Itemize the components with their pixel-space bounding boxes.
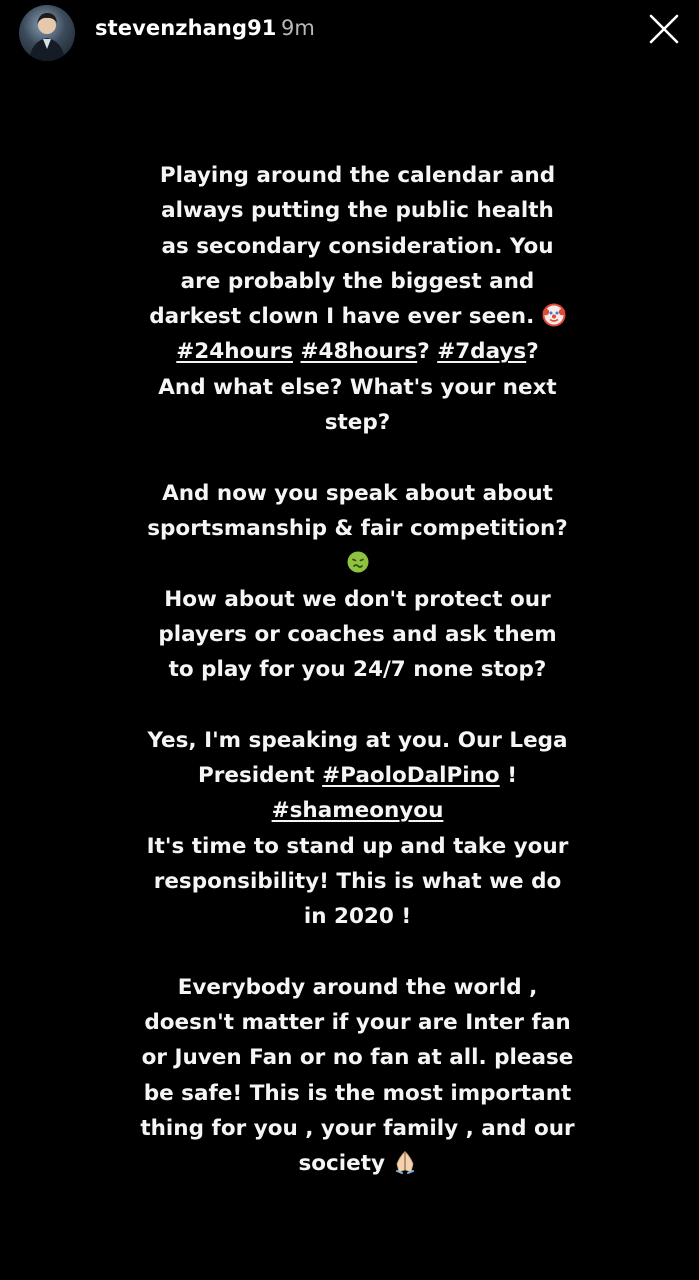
- clown-face-emoji: [542, 303, 566, 327]
- story-line: responsibility! This is what we do: [153, 868, 562, 894]
- story-line: or Juven Fan or no fan at all. please: [141, 1045, 574, 1071]
- story-line-mention: President #PaoloDalPino !: [110, 758, 605, 793]
- story-text-segment: ?: [526, 339, 539, 365]
- story-line: always putting the public health: [161, 198, 554, 224]
- hashtag-link[interactable]: #24hours: [176, 339, 293, 364]
- story-line: How about we don't protect our: [164, 586, 551, 612]
- avatar-photo: [29, 13, 65, 61]
- story-line: It's time to stand up and take your: [146, 833, 569, 859]
- story-line: thing for you , your family , and our: [140, 1116, 575, 1142]
- story-viewer[interactable]: stevenzhang91 9m Playing around the cale…: [0, 0, 699, 1280]
- close-button[interactable]: [644, 9, 684, 49]
- hashtag-link[interactable]: #48hours: [301, 339, 418, 364]
- story-text-segment: President: [198, 763, 323, 789]
- story-text-segment: !: [499, 763, 517, 789]
- story-line-hashtags: #24hours #48hours? #7days?: [110, 334, 605, 369]
- story-line: And what else? What's your next: [158, 374, 557, 400]
- story-line: to play for you 24/7 none stop?: [168, 657, 547, 683]
- story-line: step?: [324, 410, 391, 436]
- story-line: be safe! This is the most important: [143, 1080, 572, 1106]
- story-text-segment: ?: [417, 339, 430, 365]
- story-line: as secondary consideration. You: [161, 233, 554, 259]
- story-line: players or coaches and ask them: [158, 621, 557, 647]
- story-line: sportsmanship & fair competition?: [147, 515, 568, 541]
- story-line: are probably the biggest and: [180, 268, 535, 294]
- story-text-segment: darkest clown I have ever seen.: [149, 304, 535, 330]
- post-time: 9m: [281, 16, 315, 40]
- story-text: Playing around the calendar and always p…: [110, 158, 605, 1182]
- story-line-hashtag: #shameonyou: [110, 793, 605, 828]
- story-line: Everybody around the world ,: [177, 974, 538, 1000]
- story-line: Yes, I'm speaking at you. Our Lega: [147, 727, 568, 753]
- story-line-emoji: [110, 546, 605, 581]
- story-line-with-emoji: darkest clown I have ever seen.: [110, 299, 605, 334]
- avatar[interactable]: [19, 5, 75, 61]
- story-line: in 2020 !: [303, 904, 412, 930]
- story-line: Playing around the calendar and: [159, 163, 556, 188]
- story-line-with-emoji: society: [110, 1146, 605, 1181]
- hashtag-link[interactable]: #PaoloDalPino: [322, 763, 500, 788]
- story-line: And now you speak about about: [162, 480, 553, 506]
- nauseated-face-emoji: [347, 551, 368, 573]
- story-text-segment: society: [298, 1151, 386, 1177]
- hashtag-link[interactable]: #7days: [437, 339, 526, 364]
- close-icon: [649, 14, 679, 44]
- story-header: stevenzhang91 9m: [0, 0, 699, 62]
- hashtag-link[interactable]: #shameonyou: [272, 798, 444, 823]
- story-line: doesn't matter if your are Inter fan: [144, 1010, 571, 1036]
- username[interactable]: stevenzhang91: [95, 16, 277, 40]
- folded-hands-emoji: [395, 1151, 414, 1175]
